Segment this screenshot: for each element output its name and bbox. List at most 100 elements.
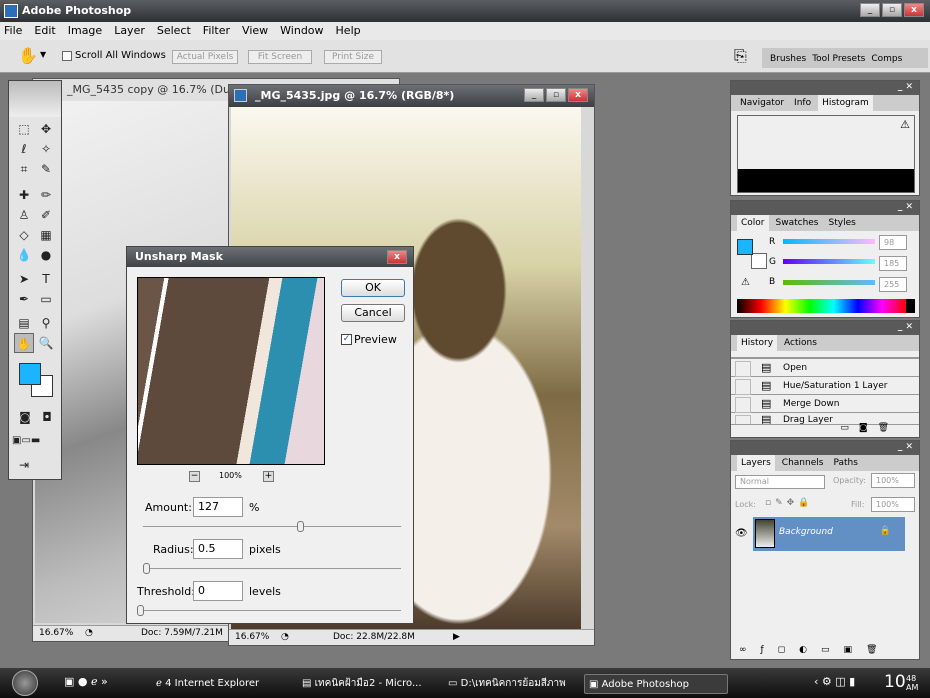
warning-icon[interactable]: ⚠ bbox=[900, 118, 910, 131]
mask-icon[interactable]: ◻ bbox=[778, 645, 799, 655]
menu-image[interactable]: Image bbox=[68, 22, 102, 40]
hand-tool-icon[interactable]: ✋ bbox=[18, 46, 38, 65]
lock-icons[interactable]: ▫✎✥🔒 bbox=[765, 498, 813, 508]
notes-tool-icon[interactable]: ▤ bbox=[14, 313, 34, 333]
menu-help[interactable]: Help bbox=[336, 22, 361, 40]
color-ramp[interactable] bbox=[737, 299, 915, 313]
slice-tool-icon[interactable]: ✎ bbox=[36, 159, 56, 179]
move-tool-icon[interactable]: ✥ bbox=[36, 119, 56, 139]
preview-checkbox[interactable]: ✓ bbox=[341, 334, 352, 345]
ok-button[interactable]: OK bbox=[341, 279, 405, 297]
menu-file[interactable]: File bbox=[4, 22, 22, 40]
tab-layers[interactable]: Layers bbox=[737, 455, 775, 471]
scroll-all-checkbox[interactable] bbox=[62, 51, 72, 61]
status-arrow-icon[interactable]: ▶ bbox=[453, 630, 460, 645]
status-menu-icon[interactable]: ◔ bbox=[281, 630, 289, 645]
radius-slider-thumb[interactable] bbox=[143, 563, 150, 574]
amount-slider-track[interactable] bbox=[143, 526, 401, 527]
task-photoshop[interactable]: ▣ Adobe Photoshop bbox=[584, 674, 728, 694]
panel-header[interactable]: _ ✕ bbox=[731, 321, 919, 335]
radius-input[interactable]: 0.5 bbox=[193, 539, 243, 559]
pen-tool-icon[interactable]: ✒ bbox=[14, 289, 34, 309]
tab-comps[interactable]: Comps bbox=[871, 48, 902, 68]
crop-tool-icon[interactable]: ⌗ bbox=[14, 159, 34, 179]
dialog-preview-image[interactable] bbox=[137, 277, 325, 465]
blend-mode-select[interactable]: Normal bbox=[735, 475, 825, 489]
screen-mode-icon[interactable]: ▣▭▬ bbox=[12, 431, 40, 451]
radius-slider-track[interactable] bbox=[143, 568, 401, 569]
clone-stamp-icon[interactable]: ♙ bbox=[14, 205, 34, 225]
layer-style-icon[interactable]: ƒ bbox=[761, 645, 778, 655]
menu-filter[interactable]: Filter bbox=[203, 22, 230, 40]
opacity-input[interactable]: 100% bbox=[871, 473, 915, 488]
tray-icons[interactable]: ‹ ⚙ ◫ ▮ bbox=[814, 675, 855, 688]
trash-icon[interactable]: 🗑 bbox=[878, 423, 899, 433]
gamut-warning-icon[interactable]: ⚠ bbox=[741, 277, 750, 288]
color-background-swatch[interactable] bbox=[751, 253, 767, 269]
tab-info[interactable]: Info bbox=[791, 95, 814, 111]
zoom-in-button[interactable]: + bbox=[263, 471, 274, 482]
doc1-zoom[interactable]: 16.67% bbox=[39, 626, 73, 641]
delete-layer-icon[interactable]: 🗑 bbox=[866, 645, 891, 655]
menu-edit[interactable]: Edit bbox=[34, 22, 55, 40]
r-input[interactable]: 98 bbox=[879, 235, 907, 250]
tab-styles[interactable]: Styles bbox=[826, 215, 859, 231]
brush-tool-icon[interactable]: ✏ bbox=[36, 185, 56, 205]
shape-tool-icon[interactable]: ▭ bbox=[36, 289, 56, 309]
panel-header[interactable]: _ ✕ bbox=[731, 441, 919, 455]
eyedropper-icon[interactable]: ⚲ bbox=[36, 313, 56, 333]
foreground-color-swatch[interactable] bbox=[19, 363, 41, 385]
tab-histogram[interactable]: Histogram bbox=[818, 95, 873, 111]
threshold-slider-track[interactable] bbox=[143, 610, 401, 611]
history-item[interactable]: Open bbox=[731, 359, 919, 377]
lasso-tool-icon[interactable]: ℓ bbox=[14, 139, 34, 159]
tab-navigator[interactable]: Navigator bbox=[737, 95, 787, 111]
link-icon[interactable]: ∞ bbox=[739, 645, 761, 655]
magic-wand-icon[interactable]: ✧ bbox=[36, 139, 56, 159]
r-slider[interactable] bbox=[783, 239, 875, 244]
standard-mode-icon[interactable]: ◙ bbox=[15, 407, 35, 427]
hand-tool-icon[interactable]: ✋ bbox=[14, 333, 34, 353]
tab-color[interactable]: Color bbox=[737, 215, 769, 231]
tab-brushes[interactable]: Brushes bbox=[770, 48, 806, 68]
minimize-button[interactable]: _ bbox=[860, 3, 880, 17]
tab-tool-presets[interactable]: Tool Presets bbox=[812, 48, 865, 68]
zoom-tool-icon[interactable]: 🔍 bbox=[36, 333, 56, 353]
b-slider[interactable] bbox=[783, 280, 875, 285]
tab-history[interactable]: History bbox=[737, 335, 778, 351]
file-browser-icon[interactable]: ⎘ bbox=[734, 46, 747, 66]
doc-maximize-button[interactable]: ▫ bbox=[546, 88, 566, 102]
fill-input[interactable]: 100% bbox=[871, 497, 915, 512]
history-brush-icon[interactable]: ✐ bbox=[36, 205, 56, 225]
print-size-button[interactable]: Print Size bbox=[324, 50, 382, 64]
menu-window[interactable]: Window bbox=[280, 22, 323, 40]
quicklaunch-icons[interactable]: ▣ ● ℯ » bbox=[64, 675, 108, 688]
snapshot-icon[interactable]: ◙ bbox=[859, 423, 878, 433]
healing-brush-icon[interactable]: ✚ bbox=[14, 185, 34, 205]
restore-button[interactable]: ▫ bbox=[882, 3, 902, 17]
menu-view[interactable]: View bbox=[242, 22, 268, 40]
new-group-icon[interactable]: ▭ bbox=[821, 645, 844, 655]
color-foreground-swatch[interactable] bbox=[737, 239, 753, 255]
tab-actions[interactable]: Actions bbox=[781, 335, 820, 351]
doc2-zoom[interactable]: 16.67% bbox=[235, 630, 269, 645]
amount-slider-thumb[interactable] bbox=[297, 521, 304, 532]
amount-input[interactable]: 127 bbox=[193, 497, 243, 517]
actual-pixels-button[interactable]: Actual Pixels bbox=[172, 50, 238, 64]
new-layer-icon[interactable]: ▣ bbox=[844, 645, 867, 655]
start-button[interactable] bbox=[12, 670, 38, 696]
g-slider[interactable] bbox=[783, 259, 875, 264]
cancel-button[interactable]: Cancel bbox=[341, 304, 405, 322]
jump-to-imageready-icon[interactable]: ⇥ bbox=[14, 455, 34, 475]
status-menu-icon[interactable]: ◔ bbox=[85, 626, 93, 641]
dodge-tool-icon[interactable]: ● bbox=[36, 245, 56, 265]
history-item[interactable]: Merge Down bbox=[731, 395, 919, 413]
type-tool-icon[interactable]: T bbox=[36, 269, 56, 289]
tool-preset-dropdown[interactable]: ▼ bbox=[40, 50, 46, 59]
g-input[interactable]: 185 bbox=[879, 256, 907, 271]
quick-mask-icon[interactable]: ◘ bbox=[37, 407, 57, 427]
path-selection-icon[interactable]: ➤ bbox=[14, 269, 34, 289]
dialog-close-button[interactable]: x bbox=[387, 250, 407, 264]
menu-layer[interactable]: Layer bbox=[114, 22, 145, 40]
task-word[interactable]: ▤ เทคนิคฝ้ามือ2 - Micro... bbox=[298, 674, 438, 694]
